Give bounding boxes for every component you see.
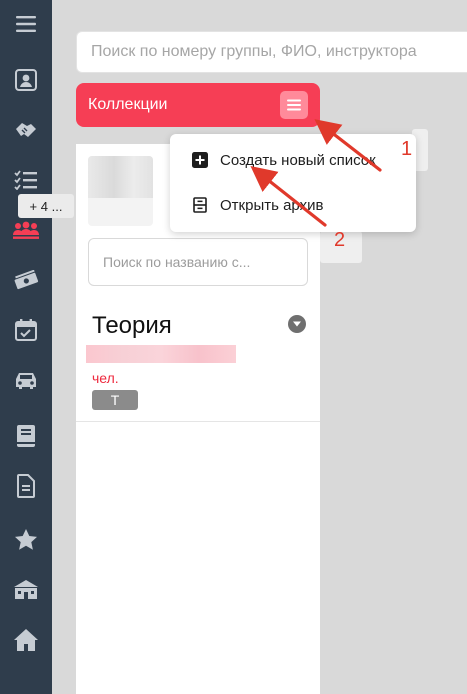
collection-thumbnail[interactable] xyxy=(88,156,153,226)
create-new-list-label: Создать новый список xyxy=(220,151,376,169)
collection-name[interactable]: Теория xyxy=(92,312,172,340)
search-bar xyxy=(76,31,467,73)
document-icon[interactable] xyxy=(8,468,44,504)
expand-toggle[interactable] xyxy=(288,315,306,333)
chevron-down-icon xyxy=(293,321,301,327)
blurred-instructor-name xyxy=(86,345,236,363)
book-icon[interactable] xyxy=(8,418,44,454)
page: Коллекции + 4 ... Теория чел. Т Создать … xyxy=(0,0,467,694)
car-icon[interactable] xyxy=(8,362,44,398)
collection-search-field xyxy=(88,238,308,286)
money-icon[interactable] xyxy=(8,262,44,298)
hamburger-icon xyxy=(287,99,301,111)
collection-search-input[interactable] xyxy=(101,253,295,271)
contact-card-icon[interactable] xyxy=(8,62,44,98)
menu-icon[interactable] xyxy=(8,6,44,42)
category-tag: Т xyxy=(92,390,138,410)
open-archive-label: Открыть архив xyxy=(220,196,324,214)
plus-square-icon xyxy=(190,150,210,170)
blurred-image xyxy=(88,156,153,198)
handshake-icon[interactable] xyxy=(8,112,44,148)
collections-header: Коллекции xyxy=(76,83,320,127)
school-icon[interactable] xyxy=(8,572,44,608)
collections-dropdown-menu: Создать новый список Открыть архив xyxy=(170,134,416,232)
create-new-list-item[interactable]: Создать новый список xyxy=(170,140,416,180)
checklist-icon[interactable] xyxy=(8,162,44,198)
home-icon[interactable] xyxy=(8,622,44,658)
annotation-step-1: 1 xyxy=(401,138,413,160)
collections-title: Коллекции xyxy=(88,96,168,113)
members-count: чел. xyxy=(92,370,119,386)
archive-icon xyxy=(190,195,210,215)
collections-menu-button[interactable] xyxy=(280,91,308,119)
calendar-icon[interactable] xyxy=(8,312,44,348)
sidebar xyxy=(0,0,52,694)
open-archive-item[interactable]: Открыть архив xyxy=(170,185,416,225)
annotation-step-2: 2 xyxy=(334,229,346,251)
more-members-badge[interactable]: + 4 ... xyxy=(18,194,74,218)
divider xyxy=(76,421,320,422)
star-icon[interactable] xyxy=(8,522,44,558)
search-input[interactable] xyxy=(89,42,463,62)
